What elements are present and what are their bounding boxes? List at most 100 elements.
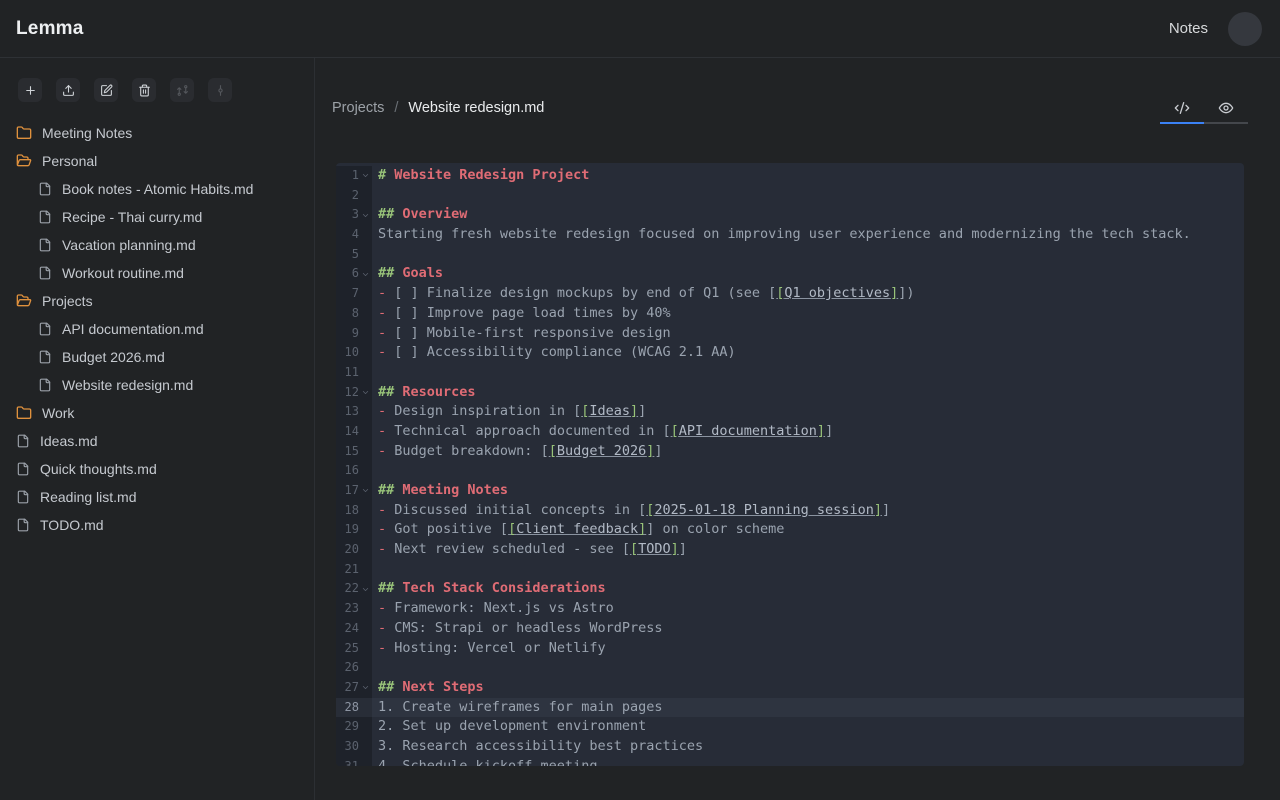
fold-toggle[interactable] [359, 264, 372, 284]
editor-line[interactable]: 24- CMS: Strapi or headless WordPress [336, 619, 1244, 639]
sidebar-file-api-documentation-md[interactable]: API documentation.md [0, 315, 314, 343]
sidebar-file-quick-thoughts-md[interactable]: Quick thoughts.md [0, 455, 314, 483]
editor-line[interactable]: 3## Overview [336, 205, 1244, 225]
wikilink[interactable]: [Ideas] [581, 403, 638, 419]
sidebar-folder-work[interactable]: Work [0, 399, 314, 427]
breadcrumb-folder[interactable]: Projects [332, 100, 384, 116]
editor-line[interactable]: 2 [336, 186, 1244, 206]
fold-toggle[interactable] [359, 481, 372, 501]
plus-icon [24, 84, 37, 97]
fold-toggle [359, 757, 372, 766]
sidebar-folder-meeting-notes[interactable]: Meeting Notes [0, 119, 314, 147]
editor-line[interactable]: 5 [336, 245, 1244, 265]
wikilink[interactable]: [Client feedback] [508, 521, 646, 537]
tab-preview[interactable] [1204, 94, 1248, 124]
new-note-button[interactable] [18, 78, 42, 102]
editor-line[interactable]: 15- Budget breakdown: [[Budget 2026]] [336, 442, 1244, 462]
git-commit-button[interactable] [208, 78, 232, 102]
sidebar-file-budget-2026-md[interactable]: Budget 2026.md [0, 343, 314, 371]
git-sync-button[interactable] [170, 78, 194, 102]
editor-line[interactable]: 1# Website Redesign Project [336, 166, 1244, 186]
chevron-down-icon [361, 270, 370, 279]
fold-toggle [359, 560, 372, 580]
wikilink[interactable]: [Budget 2026] [549, 443, 655, 459]
edit-button[interactable] [94, 78, 118, 102]
fold-toggle [359, 324, 372, 344]
editor-line[interactable]: 18- Discussed initial concepts in [[2025… [336, 501, 1244, 521]
editor-line[interactable]: 23- Framework: Next.js vs Astro [336, 599, 1244, 619]
editor-line[interactable]: 11 [336, 363, 1244, 383]
file-tree: Meeting Notes Personal Book notes - Atomic… [0, 119, 314, 539]
editor-line[interactable]: 27## Next Steps [336, 678, 1244, 698]
wikilink[interactable]: [API documentation] [671, 423, 825, 439]
sidebar-file-recipe-thai-curry-md[interactable]: Recipe - Thai curry.md [0, 203, 314, 231]
code-text: 1. Create wireframes for main pages [372, 698, 1244, 718]
editor-line[interactable]: 6## Goals [336, 264, 1244, 284]
editor-line[interactable]: 8- [ ] Improve page load times by 40% [336, 304, 1244, 324]
code-text: # Website Redesign Project [372, 166, 1244, 186]
user-icon [1236, 19, 1255, 38]
editor-line[interactable]: 292. Set up development environment [336, 717, 1244, 737]
editor-line[interactable]: 20- Next review scheduled - see [[TODO]] [336, 540, 1244, 560]
editor-line[interactable]: 314. Schedule kickoff meeting [336, 757, 1244, 766]
code-text: - [ ] Improve page load times by 40% [372, 304, 1244, 324]
editor-line[interactable]: 281. Create wireframes for main pages [336, 698, 1244, 718]
tree-item-label: Workout routine.md [62, 265, 184, 281]
sidebar-file-todo-md[interactable]: TODO.md [0, 511, 314, 539]
fold-toggle[interactable] [359, 678, 372, 698]
fold-toggle[interactable] [359, 205, 372, 225]
avatar-button[interactable] [1228, 12, 1262, 46]
editor-line[interactable]: 16 [336, 461, 1244, 481]
sidebar-folder-projects[interactable]: Projects [0, 287, 314, 315]
editor-line[interactable]: 7- [ ] Finalize design mockups by end of… [336, 284, 1244, 304]
editor-line[interactable]: 21 [336, 560, 1244, 580]
editor-line[interactable]: 17## Meeting Notes [336, 481, 1244, 501]
editor-line[interactable]: 19- Got positive [[Client feedback]] on … [336, 520, 1244, 540]
tab-code[interactable] [1160, 94, 1204, 124]
sidebar-toolbar [18, 78, 314, 102]
notes-label: Notes [1169, 20, 1208, 37]
fold-toggle[interactable] [359, 579, 372, 599]
fold-toggle [359, 717, 372, 737]
fold-toggle[interactable] [359, 383, 372, 403]
editor-line[interactable]: 12## Resources [336, 383, 1244, 403]
wikilink[interactable]: [TODO] [630, 541, 679, 557]
line-number: 18 [336, 501, 372, 521]
wikilink[interactable]: [Q1 objectives] [776, 285, 898, 301]
delete-button[interactable] [132, 78, 156, 102]
editor-line[interactable]: 13- Design inspiration in [[Ideas]] [336, 402, 1244, 422]
markdown-editor[interactable]: 1# Website Redesign Project23## Overview… [336, 163, 1244, 766]
view-toggle [1160, 94, 1248, 124]
editor-line[interactable]: 26 [336, 658, 1244, 678]
tree-item-label: Personal [42, 153, 97, 169]
sidebar-file-ideas-md[interactable]: Ideas.md [0, 427, 314, 455]
editor-line[interactable]: 9- [ ] Mobile-first responsive design [336, 324, 1244, 344]
editor-line[interactable]: 25- Hosting: Vercel or Netlify [336, 639, 1244, 659]
upload-button[interactable] [56, 78, 80, 102]
code-text [372, 363, 1244, 383]
sidebar-file-reading-list-md[interactable]: Reading list.md [0, 483, 314, 511]
line-number: 21 [336, 560, 372, 580]
folder-open-icon [16, 293, 32, 309]
code-text: - Technical approach documented in [[API… [372, 422, 1244, 442]
editor-line[interactable]: 4Starting fresh website redesign focused… [336, 225, 1244, 245]
code-text [372, 186, 1244, 206]
sidebar-file-workout-routine-md[interactable]: Workout routine.md [0, 259, 314, 287]
tree-item-label: API documentation.md [62, 321, 204, 337]
editor-line[interactable]: 10- [ ] Accessibility compliance (WCAG 2… [336, 343, 1244, 363]
sidebar-file-website-redesign-md[interactable]: Website redesign.md [0, 371, 314, 399]
editor-line[interactable]: 22## Tech Stack Considerations [336, 579, 1244, 599]
sidebar-file-book-notes-atomic-habits-md[interactable]: Book notes - Atomic Habits.md [0, 175, 314, 203]
tree-item-label: Meeting Notes [42, 125, 132, 141]
line-number: 14 [336, 422, 372, 442]
notes-button[interactable]: Notes [1141, 19, 1208, 38]
editor-line[interactable]: 14- Technical approach documented in [[A… [336, 422, 1244, 442]
fold-toggle [359, 225, 372, 245]
line-number: 3 [336, 205, 372, 225]
editor-line[interactable]: 303. Research accessibility best practic… [336, 737, 1244, 757]
code-text: - [ ] Finalize design mockups by end of … [372, 284, 1244, 304]
sidebar-folder-personal[interactable]: Personal [0, 147, 314, 175]
sidebar-file-vacation-planning-md[interactable]: Vacation planning.md [0, 231, 314, 259]
fold-toggle[interactable] [359, 166, 372, 186]
wikilink[interactable]: [2025-01-18 Planning session] [646, 502, 882, 518]
